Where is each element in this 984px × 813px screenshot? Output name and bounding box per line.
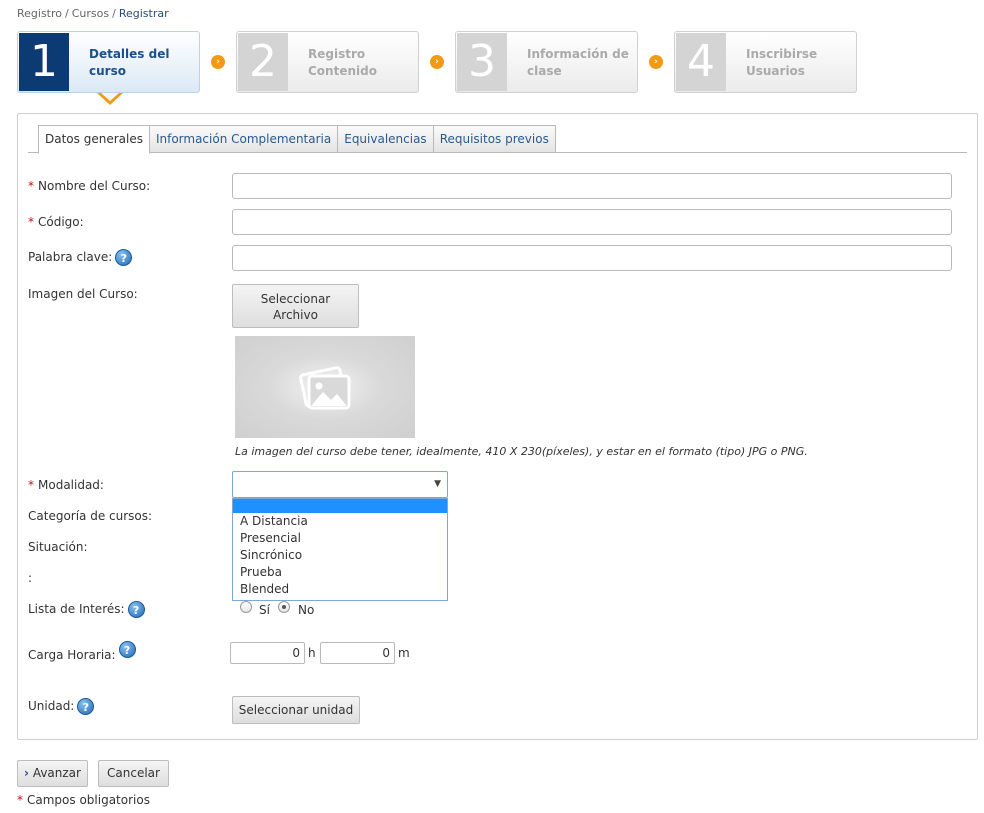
step-number: 3: [457, 33, 507, 91]
cancelar-button[interactable]: Cancelar: [98, 760, 169, 787]
tab-requisitos-previos[interactable]: Requisitos previos: [433, 125, 556, 153]
nombre-input[interactable]: [232, 173, 952, 199]
tab-equivalencias[interactable]: Equivalencias: [338, 125, 434, 153]
course-form-panel: Datos generales Información Complementar…: [17, 113, 978, 740]
required-mark: *: [28, 179, 34, 193]
minutes-unit: m: [398, 646, 410, 660]
breadcrumb: Registro / Cursos / Registrar: [17, 7, 169, 20]
breadcrumb-separator: /: [65, 7, 69, 20]
course-image-placeholder: [235, 336, 415, 438]
wizard-step-2[interactable]: 2 Registro Contenido: [236, 31, 419, 93]
step-number: 1: [19, 33, 69, 91]
wizard-step-3[interactable]: 3 Información de clase: [455, 31, 638, 93]
select-unidad-button[interactable]: Seleccionar unidad: [232, 696, 360, 724]
step-label: Inscribirse Usuarios: [746, 47, 818, 78]
step-number: 4: [676, 33, 726, 91]
required-fields-note: * Campos obligatorios: [17, 793, 150, 807]
chevron-right-icon: ›: [24, 766, 29, 780]
imagen-label: Imagen del Curso:: [28, 287, 138, 301]
lista-interes-label: Lista de Interés:?: [28, 601, 145, 618]
step-label: Información de clase: [527, 47, 629, 78]
wizard-step-4[interactable]: 4 Inscribirse Usuarios: [674, 31, 857, 93]
help-icon[interactable]: ?: [77, 698, 95, 715]
palabra-clave-label: Palabra clave:?: [28, 249, 133, 266]
dropdown-option-blended[interactable]: Blended: [233, 581, 447, 598]
help-icon[interactable]: ?: [115, 249, 133, 266]
lista-si-label: Sí: [259, 603, 270, 617]
unnamed-label: :: [28, 571, 33, 585]
categoria-label: Categoría de cursos:: [28, 509, 153, 523]
hours-unit: h: [308, 646, 316, 660]
tab-bar: Datos generales Información Complementar…: [38, 125, 556, 154]
modalidad-dropdown-list: A Distancia Presencial Sincrónico Prueba…: [232, 498, 448, 601]
image-icon: [299, 366, 351, 410]
dropdown-option-presencial[interactable]: Presencial: [233, 530, 447, 547]
avanzar-button[interactable]: › Avanzar: [17, 760, 88, 787]
modalidad-select[interactable]: ▼: [232, 471, 448, 498]
carga-hours-input[interactable]: 0: [230, 642, 305, 664]
dropdown-option-prueba[interactable]: Prueba: [233, 564, 447, 581]
step-arrow-icon: ›: [649, 55, 663, 69]
required-mark: *: [28, 215, 34, 229]
step-label: Detalles del curso: [89, 47, 170, 78]
step-number: 2: [238, 33, 288, 91]
dropdown-option-empty[interactable]: [233, 499, 447, 513]
help-icon[interactable]: ?: [118, 641, 136, 658]
tab-datos-generales[interactable]: Datos generales: [38, 125, 150, 154]
lista-no-radio[interactable]: [278, 601, 290, 613]
help-icon[interactable]: ?: [127, 601, 145, 618]
breadcrumb-item-cursos[interactable]: Cursos: [72, 7, 109, 20]
carga-minutes-input[interactable]: 0: [320, 642, 395, 664]
unidad-label: Unidad:?: [28, 698, 95, 715]
breadcrumb-item-registro[interactable]: Registro: [17, 7, 62, 20]
lista-si-radio[interactable]: [240, 601, 252, 613]
select-file-button[interactable]: Seleccionar Archivo: [232, 284, 359, 328]
dropdown-option-a-distancia[interactable]: A Distancia: [233, 513, 447, 530]
image-size-note: La imagen del curso debe tener, idealmen…: [235, 445, 808, 458]
situacion-label: Situación:: [28, 540, 88, 554]
nombre-label: * Nombre del Curso:: [28, 179, 151, 193]
chevron-down-icon: ▼: [434, 479, 441, 489]
breadcrumb-current: Registrar: [118, 7, 169, 20]
active-step-pointer: [97, 93, 123, 105]
step-label: Registro Contenido: [308, 47, 377, 78]
codigo-label: * Código:: [28, 215, 84, 229]
breadcrumb-separator: /: [112, 7, 116, 20]
lista-no-label: No: [298, 603, 315, 617]
carga-horaria-label: Carga Horaria:?: [28, 641, 136, 664]
dropdown-option-sincronico[interactable]: Sincrónico: [233, 547, 447, 564]
required-mark: *: [28, 478, 34, 492]
palabra-clave-input[interactable]: [232, 245, 952, 271]
step-arrow-icon: ›: [430, 55, 444, 69]
modalidad-label: * Modalidad:: [28, 478, 104, 492]
codigo-input[interactable]: [232, 209, 952, 235]
wizard-step-1[interactable]: 1 Detalles del curso: [17, 31, 200, 93]
step-arrow-icon: ›: [211, 55, 225, 69]
tab-informacion-complementaria[interactable]: Información Complementaria: [149, 125, 339, 153]
